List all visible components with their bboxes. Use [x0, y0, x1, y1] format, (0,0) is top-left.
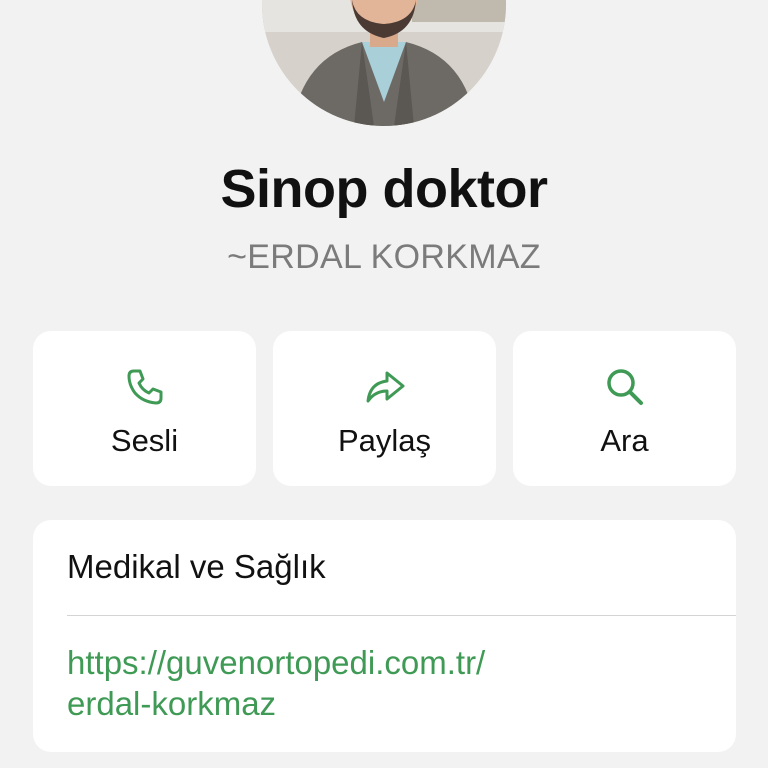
share-label: Paylaş [337, 423, 432, 458]
website-link[interactable]: https://guvenortopedi.com.tr/ erdal-kork… [67, 642, 687, 724]
avatar-image [262, 0, 506, 126]
search-icon [603, 365, 647, 409]
business-category: Medikal ve Sağlık [67, 548, 326, 585]
business-info-card: Medikal ve Sağlık https://guvenortopedi.… [33, 520, 736, 752]
contact-name: Sinop doktor [220, 159, 548, 219]
search-button[interactable]: Ara [513, 331, 736, 486]
voice-call-button[interactable]: Sesli [33, 331, 256, 486]
share-button[interactable]: Paylaş [273, 331, 496, 486]
avatar[interactable] [262, 0, 506, 126]
search-label: Ara [600, 423, 649, 458]
action-row: Sesli Paylaş Ara [33, 331, 736, 486]
divider [67, 615, 736, 616]
website-link-line1: https://guvenortopedi.com.tr/ [67, 644, 486, 681]
contact-info-screen: Sinop doktor ~ERDAL KORKMAZ Sesli Paylaş [0, 0, 768, 768]
website-link-line2: erdal-korkmaz [67, 685, 277, 722]
contact-subtitle: ~ERDAL KORKMAZ [227, 238, 541, 276]
share-icon [363, 365, 407, 409]
phone-icon [123, 365, 167, 409]
voice-call-label: Sesli [110, 423, 179, 458]
